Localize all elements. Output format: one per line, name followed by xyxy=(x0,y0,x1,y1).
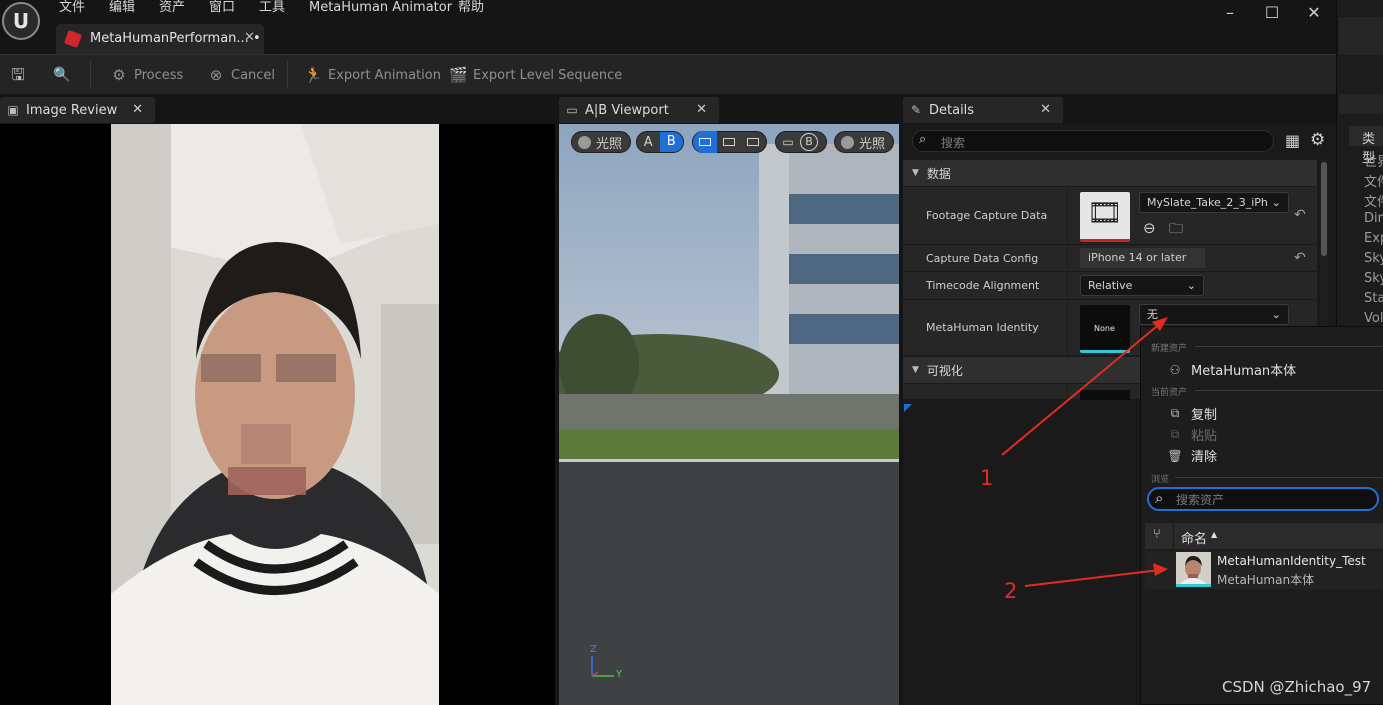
annotation-arrows xyxy=(1001,317,1168,587)
annotation-number-1: 1 xyxy=(980,466,994,490)
annotation-number-2: 2 xyxy=(1004,579,1018,603)
watermark: CSDN @Zhichao_97 xyxy=(1222,678,1372,696)
